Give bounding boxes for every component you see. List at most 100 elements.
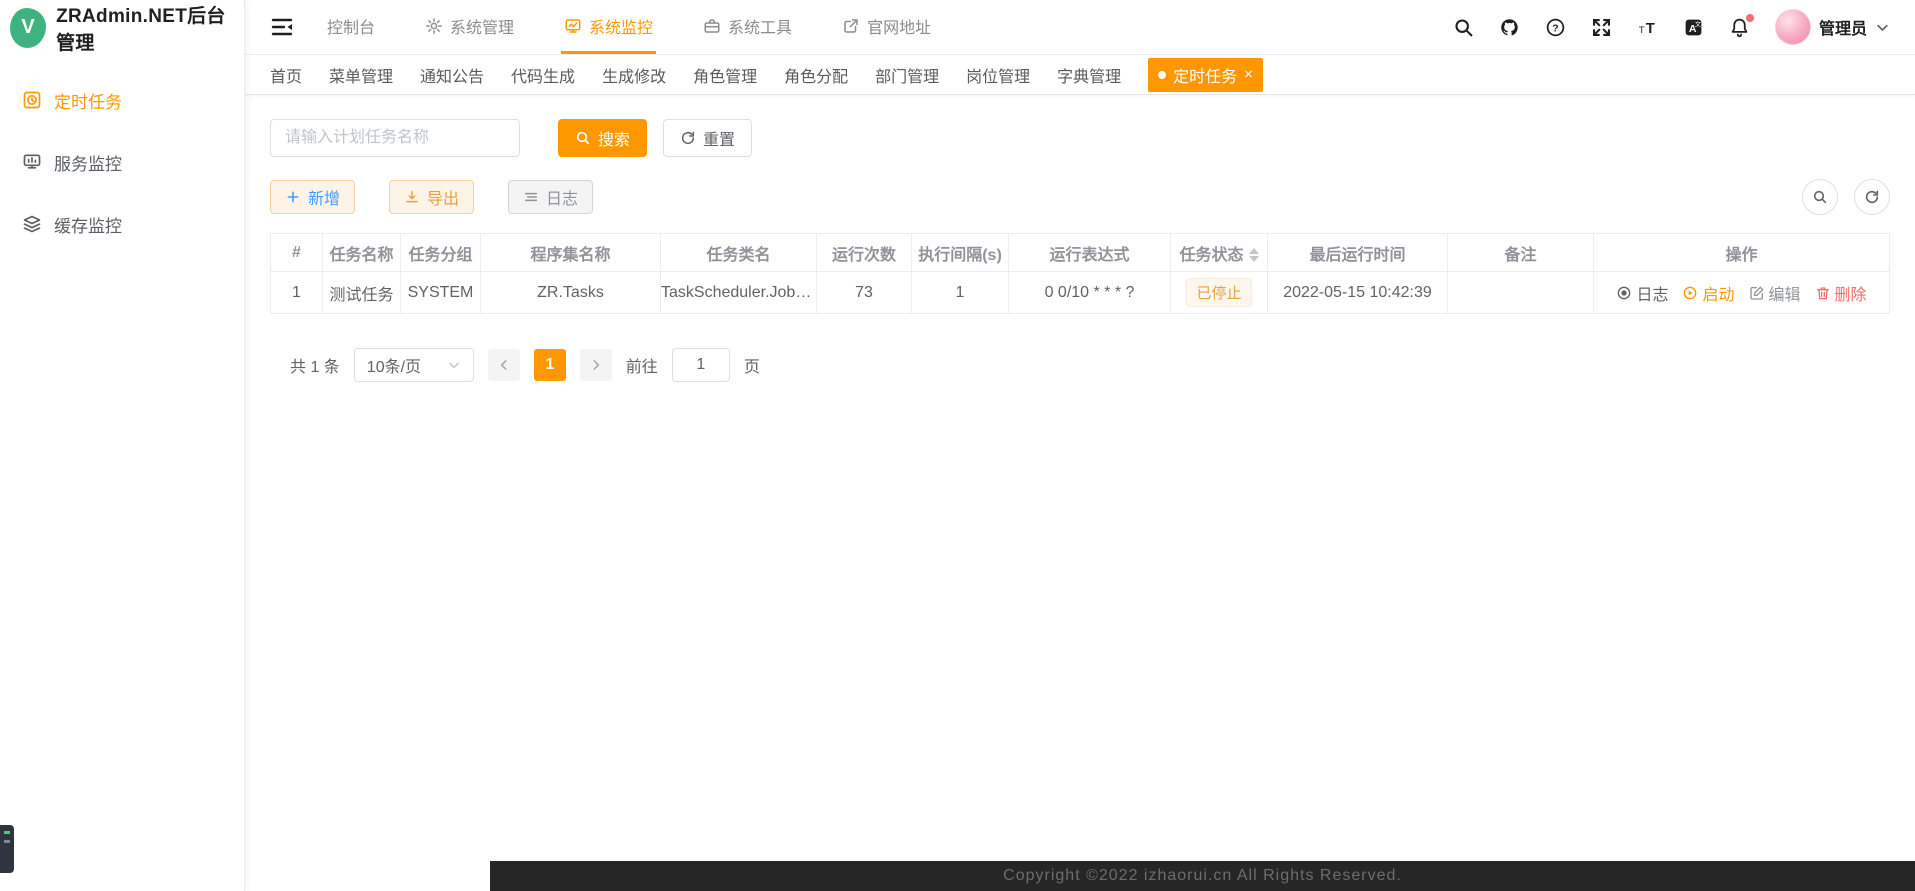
tasks-table: # 任务名称 任务分组 程序集名称 任务类名 运行次数 执行间隔(s) 运行表达… — [270, 233, 1890, 314]
cell-index: 1 — [271, 272, 323, 314]
tab-menu-management[interactable]: 菜单管理 — [329, 63, 393, 87]
view-icon — [1616, 285, 1632, 301]
chevron-down-icon — [1875, 20, 1890, 35]
cell-interval: 1 — [912, 272, 1009, 314]
add-button-label: 新增 — [308, 185, 340, 209]
cell-actions: 日志 启动 编辑 删除 — [1594, 272, 1890, 314]
close-icon[interactable]: × — [1244, 67, 1253, 82]
copyright-text: Copyright ©2022 izhaorui.cn All Rights R… — [1003, 867, 1402, 885]
tab-dictionary-management[interactable]: 字典管理 — [1057, 63, 1121, 87]
user-menu[interactable]: 管理员 — [1775, 9, 1890, 45]
nav-label: 系统工具 — [728, 14, 792, 38]
pagination-total: 共 1 条 — [290, 353, 340, 377]
cell-status: 已停止 — [1171, 272, 1268, 314]
table-row[interactable]: 1 测试任务 SYSTEM ZR.Tasks TaskScheduler.Job… — [271, 272, 1890, 314]
tab-scheduled-tasks-active[interactable]: 定时任务 × — [1148, 58, 1263, 92]
nav-item-system-management[interactable]: 系统管理 — [422, 0, 517, 54]
toggle-search-icon[interactable] — [1802, 179, 1838, 215]
svg-text:T: T — [1646, 20, 1655, 36]
sidebar-menu: 定时任务 服务监控 缓存监控 — [0, 55, 244, 255]
nav-item-official-site[interactable]: 官网地址 — [839, 0, 934, 54]
tab-notices[interactable]: 通知公告 — [420, 63, 484, 87]
search-button[interactable]: 搜索 — [558, 119, 647, 157]
tab-code-generation[interactable]: 代码生成 — [511, 63, 575, 87]
nav-item-system-tools[interactable]: 系统工具 — [700, 0, 795, 54]
tab-role-management[interactable]: 角色管理 — [693, 63, 757, 87]
app-logo: V — [10, 8, 46, 48]
header-actions: ? TT A文 管理员 — [1453, 9, 1890, 45]
col-task-name: 任务名称 — [323, 234, 401, 272]
nav-item-console[interactable]: 控制台 — [324, 0, 378, 54]
tab-department-management[interactable]: 部门管理 — [875, 63, 939, 87]
nav-label: 系统监控 — [589, 14, 653, 38]
refresh-table-icon[interactable] — [1854, 179, 1890, 215]
reset-button[interactable]: 重置 — [663, 119, 752, 157]
logo-letter: V — [21, 16, 34, 39]
top-nav: 控制台 系统管理 系统监控 系统工具 官网地址 — [324, 0, 934, 54]
translate-icon[interactable]: A文 — [1683, 17, 1704, 38]
svg-text:文: 文 — [1695, 20, 1701, 28]
edit-icon — [1749, 285, 1765, 301]
prev-page-icon[interactable] — [488, 349, 520, 381]
sidebar-item-cache-monitor[interactable]: 缓存监控 — [0, 193, 244, 255]
cell-assembly: ZR.Tasks — [481, 272, 661, 314]
col-task-group: 任务分组 — [401, 234, 481, 272]
reset-button-label: 重置 — [703, 126, 735, 150]
toolbox-icon — [703, 17, 721, 35]
export-button-label: 导出 — [427, 185, 459, 209]
filter-row: 搜索 重置 — [270, 119, 1890, 157]
sidebar-item-service-monitor[interactable]: 服务监控 — [0, 131, 244, 193]
page-number-1[interactable]: 1 — [534, 349, 566, 381]
help-icon[interactable]: ? — [1545, 17, 1566, 38]
row-start-link[interactable]: 启动 — [1682, 281, 1734, 305]
col-status[interactable]: 任务状态 — [1171, 234, 1268, 272]
svg-text:T: T — [1639, 24, 1645, 35]
cell-cron: 0 0/10 * * * ? — [1009, 272, 1171, 314]
font-size-icon[interactable]: TT — [1637, 17, 1658, 38]
export-button[interactable]: 导出 — [389, 180, 474, 214]
sidebar: V ZRAdmin.NET后台管理 定时任务 服务监控 缓存监控 — [0, 0, 245, 891]
cell-task-name: 测试任务 — [323, 272, 401, 314]
nav-item-system-monitor[interactable]: 系统监控 — [561, 0, 656, 54]
gear-icon — [425, 17, 443, 35]
tab-post-management[interactable]: 岗位管理 — [966, 63, 1030, 87]
tab-home[interactable]: 首页 — [270, 63, 302, 87]
nav-label: 官网地址 — [867, 14, 931, 38]
cell-remark — [1448, 272, 1594, 314]
page-size-value: 10条/页 — [367, 353, 421, 377]
goto-page-input[interactable] — [672, 348, 730, 382]
sidebar-collapse-icon[interactable] — [270, 15, 294, 39]
trash-icon — [1815, 285, 1831, 301]
log-button[interactable]: 日志 — [508, 180, 593, 214]
footer: Copyright ©2022 izhaorui.cn All Rights R… — [490, 861, 1915, 891]
row-edit-link[interactable]: 编辑 — [1749, 281, 1801, 305]
notifications-bell-icon[interactable] — [1729, 17, 1750, 38]
row-log-link[interactable]: 日志 — [1616, 281, 1668, 305]
col-cron: 运行表达式 — [1009, 234, 1171, 272]
col-last-run: 最后运行时间 — [1268, 234, 1448, 272]
sort-carets-icon[interactable] — [1249, 248, 1259, 262]
tab-role-assignment[interactable]: 角色分配 — [784, 63, 848, 87]
tab-generation-edit[interactable]: 生成修改 — [602, 63, 666, 87]
row-delete-link[interactable]: 删除 — [1815, 281, 1867, 305]
avatar[interactable] — [1775, 9, 1811, 45]
search-icon[interactable] — [1453, 17, 1474, 38]
table-header-row: # 任务名称 任务分组 程序集名称 任务类名 运行次数 执行间隔(s) 运行表达… — [271, 234, 1890, 272]
active-tab-label: 定时任务 — [1173, 63, 1237, 87]
logo-row: V ZRAdmin.NET后台管理 — [0, 0, 244, 55]
app-title: ZRAdmin.NET后台管理 — [56, 1, 244, 55]
list-icon — [523, 189, 539, 205]
sidebar-item-scheduled-tasks[interactable]: 定时任务 — [0, 69, 244, 131]
add-button[interactable]: 新增 — [270, 180, 355, 214]
fullscreen-icon[interactable] — [1591, 17, 1612, 38]
tabs-bar: 首页 菜单管理 通知公告 代码生成 生成修改 角色管理 角色分配 部门管理 岗位… — [245, 55, 1915, 95]
sidebar-item-label: 服务监控 — [54, 150, 122, 175]
monitor-icon — [22, 152, 42, 172]
task-name-input[interactable] — [270, 119, 520, 157]
search-icon — [575, 130, 591, 146]
github-icon[interactable] — [1499, 17, 1520, 38]
next-page-icon[interactable] — [580, 349, 612, 381]
settings-drawer-handle[interactable] — [0, 825, 14, 873]
page-size-select[interactable]: 10条/页 — [354, 348, 474, 382]
col-actions: 操作 — [1594, 234, 1890, 272]
